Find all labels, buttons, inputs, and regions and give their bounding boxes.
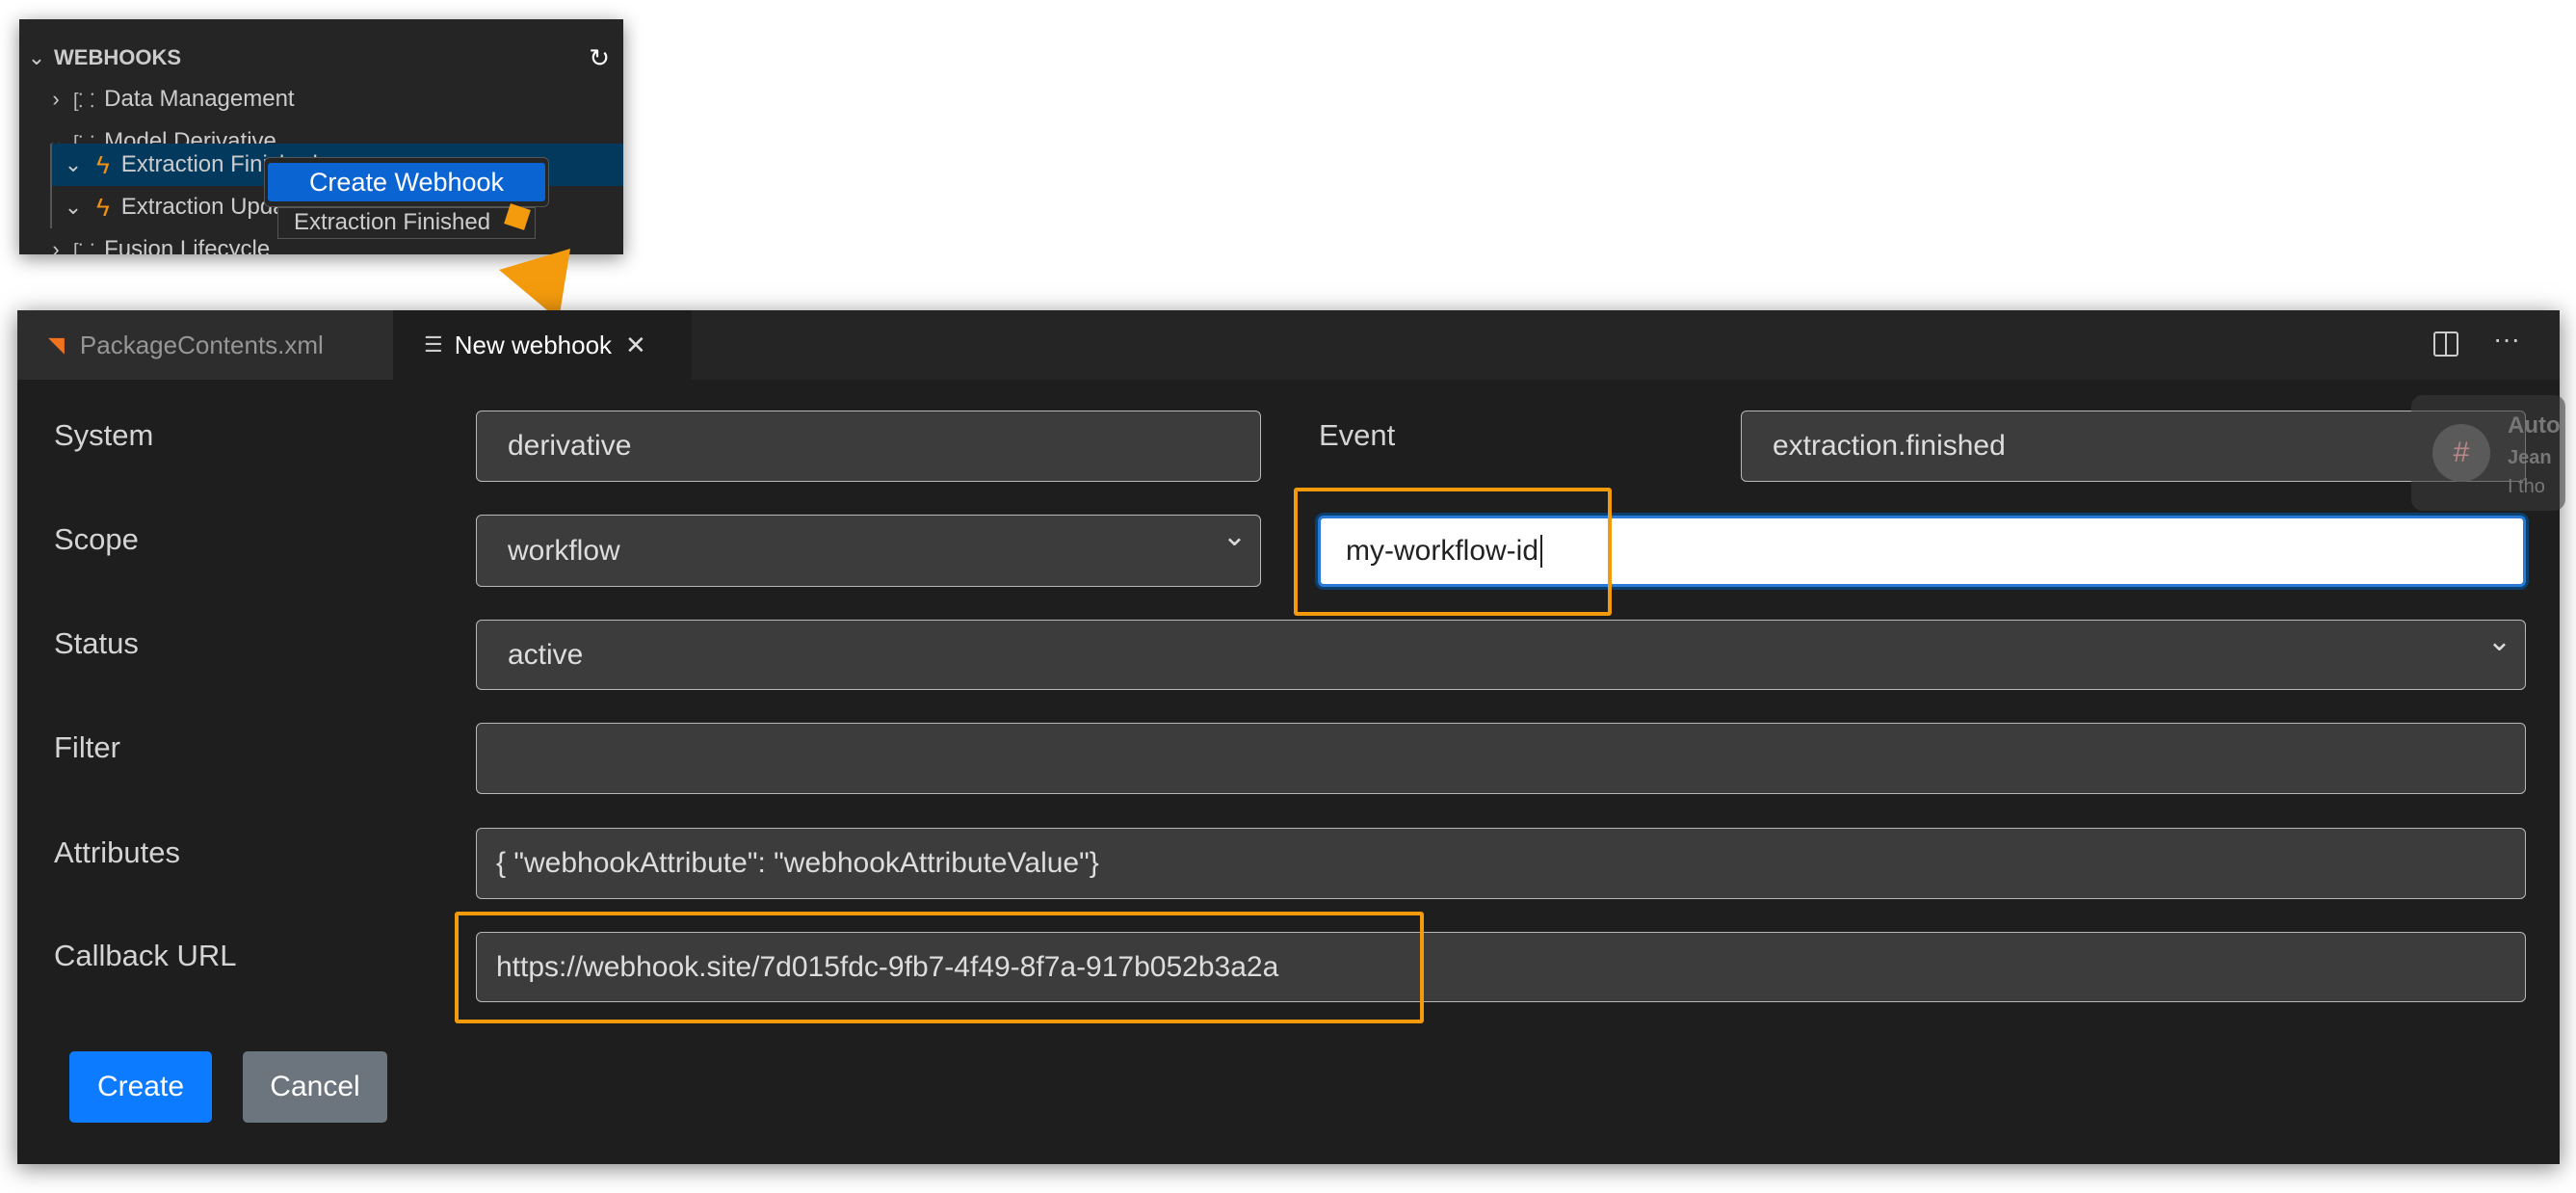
chevron-down-icon: ⌄ (64, 195, 83, 219)
tree-item[interactable]: › [⸬ Data Management (19, 78, 623, 120)
arrow-annotation (499, 203, 570, 320)
split-editor-icon[interactable] (2433, 331, 2458, 357)
notification-title: Auto (2508, 412, 2561, 438)
lightning-icon: ϟ (96, 192, 110, 222)
chevron-down-icon: ⌄ (27, 45, 46, 69)
slack-icon: # (2432, 424, 2490, 482)
highlight-box-scope (1294, 488, 1612, 616)
node-icon: [⸬ (73, 90, 95, 112)
attributes-input[interactable]: { "webhookAttribute": "webhookAttributeV… (476, 828, 2526, 899)
highlight-box-callback (455, 912, 1424, 1023)
system-label: System (54, 418, 154, 452)
status-label: Status (54, 626, 139, 660)
more-actions-icon[interactable]: ··· (2493, 324, 2520, 355)
tab-new-webhook[interactable]: ☰ New webhook ✕ (393, 310, 692, 380)
tab-label: PackageContents.xml (79, 330, 324, 359)
section-title: WEBHOOKS (54, 45, 181, 69)
tab-bar: ◥ PackageContents.xml ☰ New webhook ✕ ··… (17, 310, 2560, 380)
filter-label: Filter (54, 730, 120, 764)
filter-input[interactable] (476, 723, 2526, 794)
tab-package-contents[interactable]: ◥ PackageContents.xml (17, 310, 393, 380)
scope-select[interactable]: workflow (476, 515, 1261, 587)
attributes-label: Attributes (54, 835, 180, 869)
status-select[interactable]: active (476, 620, 2526, 690)
status-selected-value: active (508, 638, 584, 671)
refresh-icon[interactable]: ↻ (589, 43, 610, 73)
tab-label: New webhook (454, 330, 613, 359)
chevron-down-icon: ⌄ (64, 152, 83, 176)
slack-notification[interactable]: # Auto Jean I tho (2411, 395, 2565, 511)
chevron-right-icon: › (52, 237, 60, 254)
preview-icon: ☰ (424, 332, 443, 357)
chevron-right-icon: › (52, 87, 60, 111)
close-icon[interactable]: ✕ (625, 331, 646, 360)
editor-window: ◥ PackageContents.xml ☰ New webhook ✕ ··… (17, 310, 2565, 1164)
notification-sender: Jean (2508, 447, 2552, 468)
event-input[interactable]: extraction.finished (1741, 411, 2526, 482)
create-button[interactable]: Create (69, 1051, 212, 1123)
rss-icon: ◥ (48, 332, 65, 357)
lightning-icon: ϟ (96, 149, 110, 179)
node-icon: [⸬ (73, 240, 95, 255)
scope-label: Scope (54, 522, 139, 556)
section-header[interactable]: ⌄ WEBHOOKS ↻ (19, 37, 623, 79)
tree-item-label: Data Management (104, 86, 295, 112)
tree-item-label: Fusion Lifecycle (104, 236, 271, 254)
system-input[interactable]: derivative (476, 411, 1261, 482)
notification-text: I tho (2508, 476, 2545, 497)
cancel-button[interactable]: Cancel (243, 1051, 387, 1123)
callback-url-label: Callback URL (54, 939, 237, 972)
scope-selected-value: workflow (508, 534, 620, 567)
event-label: Event (1319, 418, 1396, 452)
